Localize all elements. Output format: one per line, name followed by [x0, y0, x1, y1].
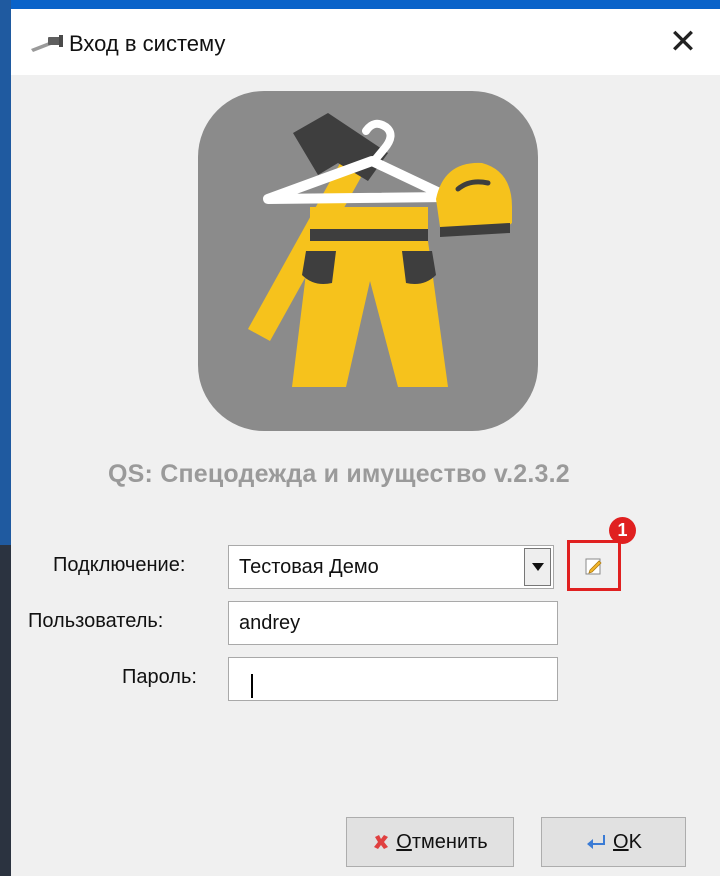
desktop-edge [0, 0, 11, 876]
text-cursor [251, 674, 253, 698]
app-title: QS: Спецодежда и имущество v.2.3.2 [108, 460, 570, 488]
connection-value: Тестовая Демо [239, 555, 379, 578]
user-input[interactable]: andrey [228, 601, 558, 645]
connection-select[interactable]: Тестовая Демо [228, 545, 554, 589]
close-button[interactable]: ✕ [653, 15, 713, 69]
window-top-border [0, 0, 720, 9]
connection-label: Подключение: [53, 554, 186, 576]
ok-label: OK [613, 830, 642, 853]
login-dialog: Вход в систему ✕ QS: Спецодежда и имущес… [11, 9, 720, 876]
connection-dropdown-button[interactable] [524, 548, 551, 586]
chevron-down-icon [531, 563, 544, 571]
cancel-button[interactable]: Отменить [346, 817, 514, 867]
hammer-icon [31, 35, 63, 52]
password-label: Пароль: [122, 666, 197, 688]
user-label: Пользователь: [28, 610, 164, 632]
workwear-logo-icon [198, 91, 538, 431]
edit-icon [585, 558, 602, 574]
title-bar[interactable]: Вход в систему ✕ [11, 9, 720, 75]
user-value: andrey [239, 611, 301, 634]
window-title: Вход в систему [69, 31, 226, 56]
password-input[interactable] [228, 657, 558, 701]
cancel-icon [374, 835, 389, 849]
enter-icon [587, 835, 606, 849]
cancel-label: Отменить [396, 830, 488, 853]
step-badge: 1 [609, 517, 636, 544]
ok-button[interactable]: OK [541, 817, 686, 867]
edit-connection-button[interactable] [567, 540, 621, 591]
close-icon: ✕ [668, 23, 698, 61]
